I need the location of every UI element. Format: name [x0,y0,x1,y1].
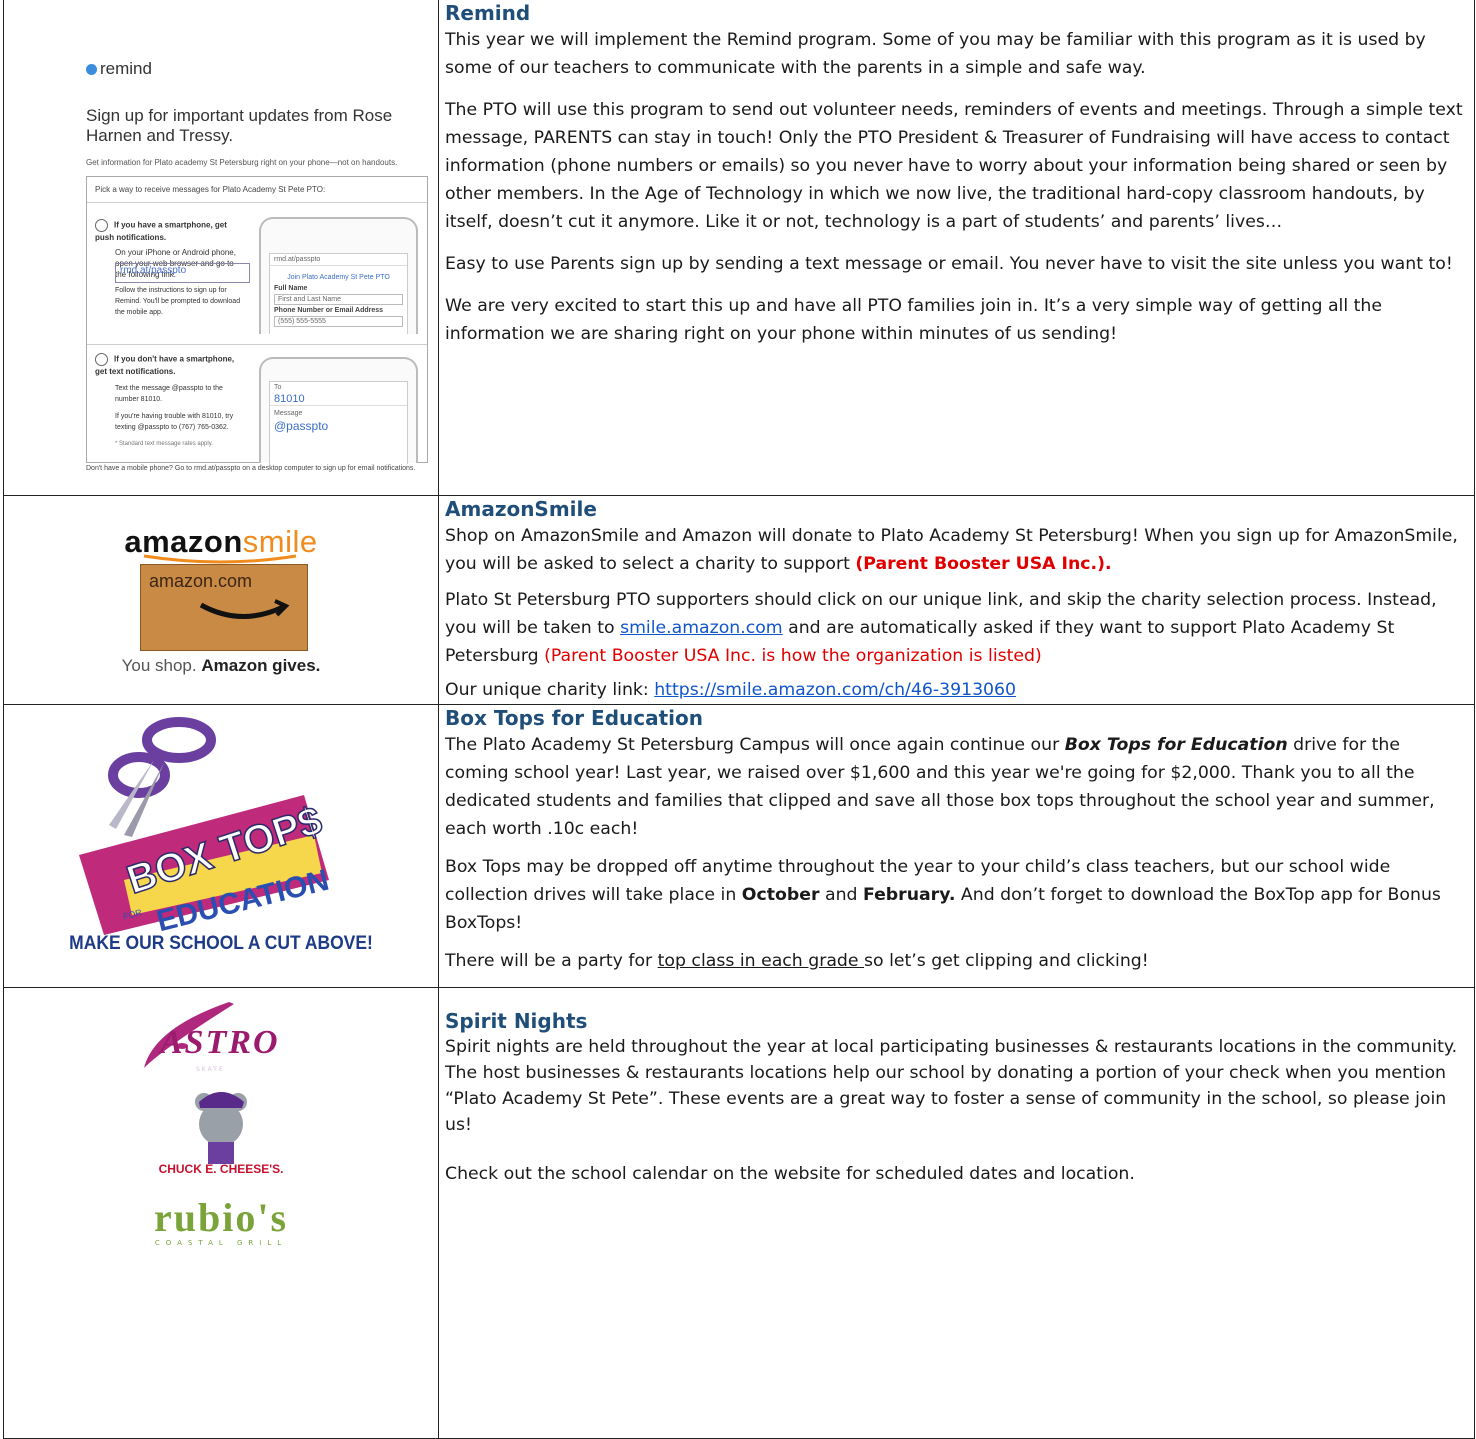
remind-image: remind Sign up for important updates fro… [3,0,439,496]
spirit-image: ASTRO SKATE CHUCK E. CHEESE'S. rubio's C… [3,987,439,1439]
remind-p2: The PTO will use this program to send ou… [445,100,1463,232]
phone2-to: To [274,384,282,391]
smile-amazon-link[interactable]: smile.amazon.com [620,618,783,638]
rubios-logo: rubio's [153,1195,289,1240]
phone2-number: 81010 [270,393,407,406]
boxtops-and: and [819,885,863,905]
astro-logo: ASTRO [160,1024,280,1061]
spirit-heading: Spirit Nights [445,1009,588,1033]
step-b-body: Text the message @passpto to the number … [115,385,223,403]
spirit-p1: Spirit nights are held throughout the ye… [445,1037,1458,1135]
step-a-after: Follow the instructions to sign up for R… [115,287,241,316]
remind-p4: We are very excited to start this up and… [445,296,1383,344]
phone-mockup-2: To 81010 Message @passpto [259,357,418,464]
programs-table: remind Sign up for important updates fro… [3,0,1475,1439]
amazon-p3-a: Our unique charity link: [445,680,655,700]
boxtops-heading: Box Tops for Education [445,706,703,730]
boxtops-p1-a: The Plato Academy St Petersburg Campus w… [445,735,1065,755]
step-a-circle-icon [95,219,108,232]
step-a-title: If you have a smartphone, get push notif… [95,220,227,242]
phone2-code: @passpto [274,419,329,433]
remind-text: Remind This year we will implement the R… [438,0,1475,496]
boxtops-p1: The Plato Academy St Petersburg Campus w… [445,731,1466,843]
amazon-image: amazonsmile amazon.com You shop. Amazon … [3,495,439,705]
phone-mockup-1: rmd.at/passpto Join Plato Academy St Pet… [259,217,418,334]
amazon-box-icon: amazon.com [140,564,308,651]
phone1-fullname: Full Name [274,285,308,292]
remind-logo: remind [86,59,152,79]
rubios-sub: COASTAL GRILL [154,1239,288,1247]
remind-p3: Easy to use Parents sign up by sending a… [445,254,1453,274]
boxtops-image: BOX TOP$ EDUCATION FOR MAKE OUR SCHOOL A… [3,704,439,988]
spirit-p2: Check out the school calendar on the web… [445,1164,1135,1184]
tagline-a: You shop. [121,656,202,675]
phone2-msg: Message [274,410,303,417]
boxtops-february: February. [862,885,956,905]
amazon-p1-charity: (Parent Booster USA Inc.). [855,554,1112,574]
flyer-box: Pick a way to receive messages for Plato… [86,176,428,464]
step-b-title: If you don't have a smartphone, get text… [95,354,235,376]
chuck-e-cheese-logo: CHUCK E. CHEESE'S. [158,1162,284,1176]
boxtops-p3: There will be a party for top class in e… [445,947,1466,975]
boxtops-text: Box Tops for Education The Plato Academy… [438,704,1475,988]
boxtops-tagline: MAKE OUR SCHOOL A CUT ABOVE! [69,933,373,954]
flyer-subline: Get information for Plato academy St Pet… [86,158,398,167]
amazon-p2: Plato St Petersburg PTO supporters shoul… [445,586,1466,670]
spirit-row: ASTRO SKATE CHUCK E. CHEESE'S. rubio's C… [3,987,1475,1439]
charity-link[interactable]: https://smile.amazon.com/ch/46-3913060 [654,680,1016,700]
boxtops-p3-b: so let’s get clipping and clicking! [864,951,1149,971]
phone1-contact: Phone Number or Email Address [274,307,384,314]
tagline-b: Amazon gives. [201,656,321,675]
step-b-circle-icon [95,353,108,366]
flyer-url-box: rmd.at/passpto [115,263,250,283]
boxtops-p1-em: Box Tops for Education [1064,735,1288,755]
step-b-help: If you're having trouble with 81010, try… [115,413,234,431]
astro-sub: SKATE [196,1066,225,1073]
remind-logo-text: remind [100,59,152,78]
remind-bubble-icon [86,63,97,75]
step-b-rates: * Standard text message rates apply. [115,441,213,447]
phone1-fullname-field: First and Last Name [274,294,403,305]
amazon-p3: Our unique charity link: https://smile.a… [445,676,1466,704]
amazon-p1: Shop on AmazonSmile and Amazon will dona… [445,522,1466,578]
boxtops-row: BOX TOP$ EDUCATION FOR MAKE OUR SCHOOL A… [3,704,1475,988]
phone1-contact-field: (555) 555-5555 [274,316,403,327]
remind-heading: Remind [445,1,531,25]
flyer-step-b: If you don't have a smartphone, get text… [95,353,245,450]
boxtops-logo-icon: BOX TOP$ EDUCATION FOR [79,717,332,935]
phone1-join: Join Plato Academy St Pete PTO [287,274,390,281]
boxtops-october: October [741,885,820,905]
flyer-box-title: Pick a way to receive messages for Plato… [87,177,427,203]
amazon-tagline: You shop. Amazon gives. [4,656,438,676]
boxtops-p2: Box Tops may be dropped off anytime thro… [445,853,1466,937]
phone1-url: rmd.at/passpto [270,254,407,266]
amazon-text: AmazonSmile Shop on AmazonSmile and Amaz… [438,495,1475,705]
remind-row: remind Sign up for important updates fro… [3,0,1475,496]
flyer-headline: Sign up for important updates from Rose … [86,106,393,145]
amazon-p2-note: (Parent Booster USA Inc. is how the orga… [544,646,1042,666]
boxtops-p3-a: There will be a party for [445,951,658,971]
boxtops-p3-underlined: top class in each grade [657,951,865,971]
flyer-footer: Don't have a mobile phone? Go to rmd.at/… [86,465,416,472]
remind-p1: This year we will implement the Remind p… [445,30,1426,78]
amazon-heading: AmazonSmile [445,497,597,521]
amazon-row: amazonsmile amazon.com You shop. Amazon … [3,495,1475,705]
spirit-text: Spirit Nights Spirit nights are held thr… [438,987,1475,1439]
